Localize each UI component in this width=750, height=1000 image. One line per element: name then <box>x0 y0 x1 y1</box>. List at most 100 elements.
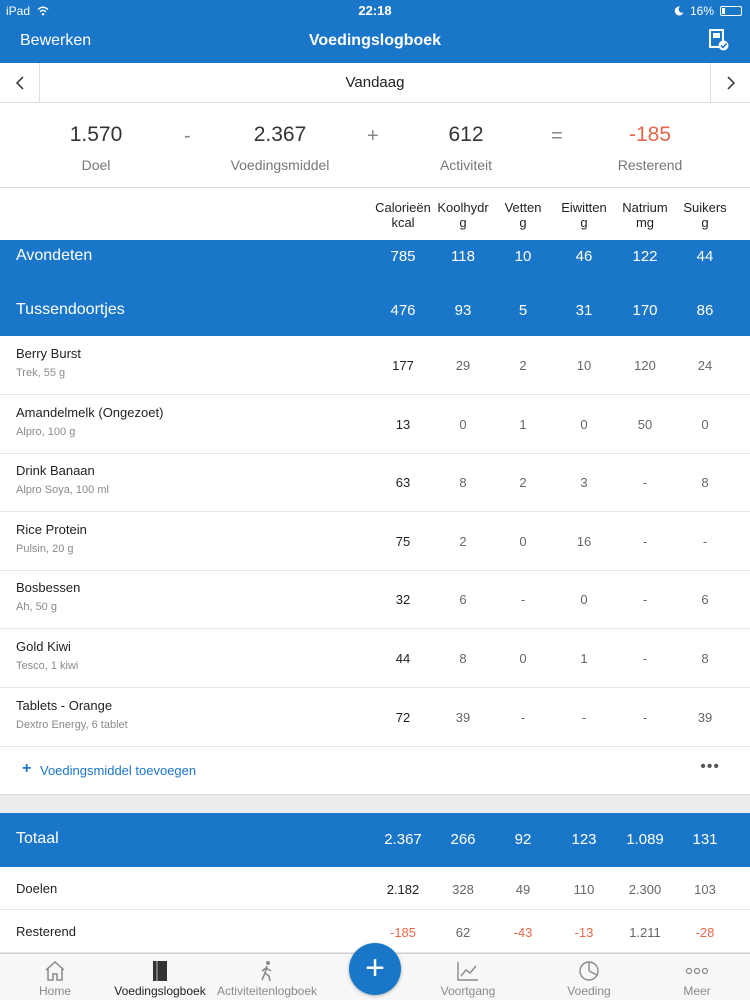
calorie-equation: 1.570 Doel - 2.367 Voedingsmiddel + 612 … <box>0 103 750 188</box>
chevron-right-icon <box>726 76 735 90</box>
meal-name: Avondeten <box>16 247 93 264</box>
food-label: Voedingsmiddel <box>230 157 330 173</box>
column-header: Eiwitten g <box>549 200 619 230</box>
tab-food-log[interactable]: Voedingslogboek <box>105 954 215 1000</box>
goal-value: 110 <box>573 882 595 897</box>
meal-value: 10 <box>514 248 532 265</box>
food-description: Alpro, 100 g <box>16 425 76 438</box>
quick-add-button[interactable]: + <box>349 943 401 995</box>
more-options-icon[interactable]: ••• <box>700 758 720 776</box>
remaining-label: Resterend <box>617 157 683 173</box>
food-nutrient-value: 3 <box>580 475 588 491</box>
goals-label: Doelen <box>16 881 58 896</box>
column-header: Suikers g <box>670 200 740 230</box>
food-nutrient-value: 0 <box>580 416 588 432</box>
battery-icon <box>720 6 742 16</box>
column-unit: g <box>519 215 527 230</box>
food-nutrient-value: 39 <box>697 709 713 725</box>
food-description: Dextro Energy, 6 tablet <box>16 718 128 731</box>
food-entry-row[interactable]: Tablets - Orange Dextro Energy, 6 tablet 7… <box>0 688 750 747</box>
food-value: 2.367 <box>253 123 307 146</box>
food-entry-row[interactable]: Rice Protein Pulsin, 20 g 75 2 0 16- - <box>0 512 750 571</box>
column-name: Eiwitten <box>561 200 607 215</box>
meal-header-dinner[interactable]: Avondeten 785 118 10 46 122 44 <box>0 240 750 273</box>
food-nutrient-value: - <box>520 709 526 725</box>
food-entry-row[interactable]: Drink Banaan Alpro Soya, 100 ml 63 8 2 3-8 <box>0 453 750 513</box>
meal-value: 31 <box>575 302 593 319</box>
goal-label: Doel <box>81 157 111 173</box>
tab-label: Meer <box>683 984 711 998</box>
column-unit: g <box>580 215 588 230</box>
food-nutrient-value: - <box>702 533 708 549</box>
book-icon <box>153 961 167 981</box>
food-nutrient-value: 0 <box>580 592 588 608</box>
food-entry-row[interactable]: Gold Kiwi Tesco, 1 kiwi 44 8 0 1-8 <box>0 629 750 688</box>
goal-summary: 1.570 Doel <box>46 123 146 173</box>
food-nutrient-value: 8 <box>701 475 709 491</box>
food-nutrient-value: - <box>520 592 526 608</box>
goal-value: 49 <box>515 882 531 897</box>
add-food-button[interactable]: Voedingsmiddel toevoegen <box>40 763 196 778</box>
tab-home[interactable]: Home <box>0 954 110 1000</box>
food-nutrient-value: 1 <box>519 416 527 432</box>
food-description: Trek, 55 g <box>16 367 66 379</box>
tab-progress[interactable]: Voortgang <box>413 954 523 1000</box>
activity-summary: 612 Activiteit <box>416 123 516 173</box>
food-summary: 2.367 Voedingsmiddel <box>210 123 350 173</box>
tab-more[interactable]: Meer <box>642 954 750 1000</box>
total-value: 92 <box>514 831 532 848</box>
food-nutrient-value: 10 <box>576 358 592 373</box>
walking-icon <box>261 961 272 982</box>
column-header: Vetten g <box>488 200 558 230</box>
edit-button[interactable]: Bewerken <box>20 32 91 50</box>
food-name: Amandelmelk (Ongezoet) <box>16 404 164 420</box>
add-food-row[interactable]: + Voedingsmiddel toevoegen ••• <box>0 746 750 794</box>
equals-operator: = <box>551 125 563 147</box>
food-name: Drink Banaan <box>16 463 95 479</box>
moon-icon <box>674 6 684 16</box>
meal-header-snacks[interactable]: Tussendoortjes 476 93 5 31 170 86 <box>0 283 750 336</box>
remaining-cell: -28 <box>695 925 715 940</box>
food-entry-row[interactable]: Berry Burst Trek, 55 g 177 29 2 10 120 24 <box>0 336 750 395</box>
date-selector: Vandaag <box>0 63 750 103</box>
meal-value: 86 <box>696 302 714 319</box>
food-name: Gold Kiwi <box>16 639 71 654</box>
goals-row: Doelen 2.182 328 49 110 2.300 103 <box>0 867 750 910</box>
section-divider <box>0 794 750 813</box>
pie-icon <box>579 961 599 981</box>
tab-label: Voortgang <box>440 984 496 998</box>
status-time: 22:18 <box>358 3 392 18</box>
food-name: Bosbessen <box>16 580 81 596</box>
page-title: Voedingslogboek <box>308 32 442 49</box>
goal-value: 103 <box>694 882 716 897</box>
column-name: Vetten <box>504 200 542 215</box>
previous-day-button[interactable] <box>0 63 40 103</box>
meal-value: 5 <box>518 302 528 319</box>
next-day-button[interactable] <box>710 63 750 103</box>
totals-label: Totaal <box>16 830 59 847</box>
food-entry-row[interactable]: Amandelmelk (Ongezoet) Alpro, 100 g 13 0 1 0 5… <box>0 395 750 454</box>
food-nutrient-value: 0 <box>519 651 527 666</box>
tab-nutrition[interactable]: Voeding <box>534 954 644 1000</box>
meal-value: 46 <box>575 248 593 265</box>
food-description: Tesco, 1 kiwi <box>16 660 79 672</box>
total-value: 131 <box>692 831 718 848</box>
meal-divider <box>0 273 750 283</box>
food-name: Berry Burst <box>16 346 82 361</box>
current-date[interactable]: Vandaag <box>40 74 710 91</box>
column-headers: Calorieën kcal Koolhydr g Vetten g Eiwitten… <box>0 188 750 240</box>
food-nutrient-value: 16 <box>576 533 592 549</box>
food-nutrient-value: 6 <box>701 592 709 608</box>
food-name: Tablets - Orange <box>16 697 113 713</box>
food-nutrient-value: 2 <box>519 475 527 491</box>
goal-value: 1.570 <box>69 123 123 146</box>
remaining-row-label: Resterend <box>16 924 76 939</box>
chart-icon <box>457 962 478 981</box>
diary-export-icon[interactable] <box>708 28 730 52</box>
tab-activity-log[interactable]: Activiteitenlogboek <box>212 954 322 1000</box>
food-entry-row[interactable]: Bosbessen Ah, 50 g 32 6-0-6 <box>0 570 750 630</box>
food-description: Ah, 50 g <box>16 601 57 614</box>
meal-value: 44 <box>696 248 714 265</box>
activity-value: 612 <box>448 123 484 146</box>
food-nutrient-value: 1 <box>580 651 588 666</box>
